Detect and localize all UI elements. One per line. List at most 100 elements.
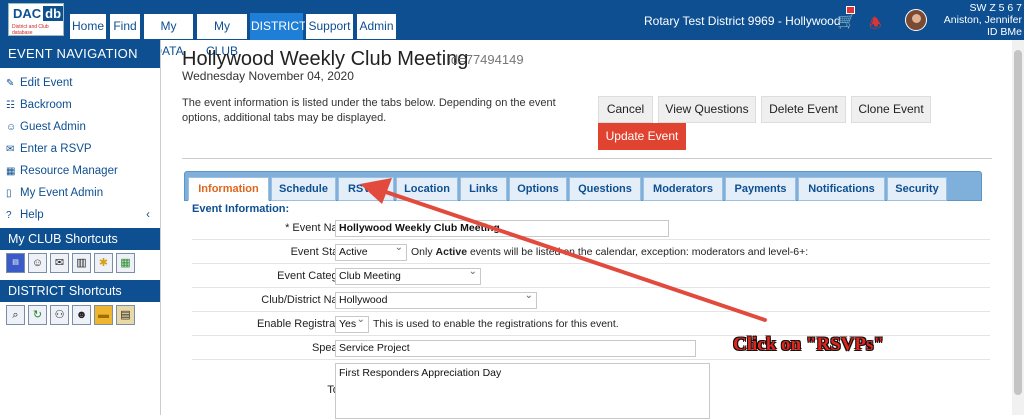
user-name: Aniston, Jennifer [943, 14, 1022, 26]
club-select[interactable]: Hollywood [335, 288, 537, 309]
speaker-field[interactable]: Service Project [335, 340, 696, 357]
nav-find[interactable]: Find [109, 13, 141, 40]
org-chart-icon[interactable]: ⚇ [50, 305, 69, 325]
sidebar-item-enter-rsvp[interactable]: ✉ Enter a RSVP [0, 138, 160, 160]
nav-support[interactable]: Support [305, 13, 354, 40]
event-status-select[interactable]: Active [335, 240, 407, 261]
cart-icon[interactable]: 🛒 [837, 12, 856, 30]
tab-options[interactable]: Options [509, 177, 567, 201]
sidebar-item-edit-event[interactable]: ✎ Edit Event [0, 72, 160, 94]
tab-questions[interactable]: Questions [569, 177, 641, 201]
guest-admin-icon: ☺ [6, 122, 17, 133]
members-icon[interactable]: ☺ [28, 253, 47, 273]
calendar-icon[interactable]: ▦ [116, 253, 135, 273]
logo-accent: db [43, 6, 64, 21]
sidebar-item-backroom[interactable]: ☷ Backroom [0, 94, 160, 116]
refresh-icon[interactable]: ↻ [28, 305, 47, 325]
clone-event-button[interactable]: Clone Event [851, 96, 931, 123]
logo-subtitle: District and Club database [12, 24, 49, 36]
nav-my-data[interactable]: My DATA [143, 13, 194, 58]
user-id: ID BMe [986, 26, 1022, 38]
district-shortcuts-header: DISTRICT Shortcuts [0, 280, 160, 302]
club-shortcuts: ▤ ☺ ✉ ▥ ✱ ▦ [0, 250, 160, 280]
tab-links[interactable]: Links [460, 177, 507, 201]
event-date: Wednesday November 04, 2020 [182, 69, 354, 83]
avatar[interactable] [905, 9, 927, 31]
dacdb-logo[interactable]: DAC db District and Club database [8, 3, 64, 36]
update-event-button[interactable]: Update Event [598, 123, 686, 150]
event-name-field[interactable]: Hollywood Weekly Club Meeting [335, 220, 669, 237]
sidebar-item-label: Guest Admin [20, 121, 86, 133]
sidebar-item-resource-manager[interactable]: ▦ Resource Manager [0, 160, 160, 182]
nav-home[interactable]: Home [69, 13, 107, 40]
event-category-row: Event Category: Club Meeting [192, 264, 990, 288]
search-icon[interactable]: ⌕ [6, 305, 25, 325]
note-bold: Active [435, 246, 468, 258]
tab-strip: Information Schedule RSVPs Location Link… [184, 171, 982, 201]
tab-location[interactable]: Location [396, 177, 458, 201]
delete-event-button[interactable]: Delete Event [761, 96, 846, 123]
event-category-select[interactable]: Club Meeting [335, 264, 481, 285]
club-value: Hollywood [339, 294, 388, 306]
email-icon[interactable]: ✉ [50, 253, 69, 273]
sidebar-item-my-event-admin[interactable]: ▯ My Event Admin [0, 182, 160, 204]
edit-icon: ✎ [6, 78, 15, 89]
logo-text: DAC [13, 6, 42, 21]
tab-moderators[interactable]: Moderators [643, 177, 723, 201]
scrollbar[interactable] [1012, 40, 1024, 415]
nav-district[interactable]: DISTRICT [250, 13, 306, 40]
documents-icon[interactable]: ▤ [116, 305, 135, 325]
registration-value: Yes [339, 318, 357, 330]
event-admin-icon: ▯ [6, 188, 12, 199]
note-post: events will be listed on the calendar, e… [467, 246, 809, 258]
event-id: id=77494149 [448, 52, 524, 67]
annotation-text: Click on "RSVPs" [733, 334, 884, 355]
registration-select[interactable]: Yes [335, 312, 369, 333]
user-info[interactable]: SW Z 5 6 7 Aniston, Jennifer ID BMe [932, 2, 1022, 38]
sidebar-item-label: Backroom [20, 99, 72, 111]
view-questions-button[interactable]: View Questions [658, 96, 756, 123]
cart-badge [846, 6, 855, 14]
rsvp-icon: ✉ [6, 144, 15, 155]
event-status-note: Only Active events will be listed on the… [411, 246, 808, 258]
nav-my-club[interactable]: My CLUB [196, 13, 248, 58]
scrollbar-thumb[interactable] [1014, 50, 1022, 395]
resource-icon: ▦ [6, 166, 16, 177]
nav-admin[interactable]: Admin [356, 13, 397, 40]
bulletin-icon[interactable]: ▤ [6, 253, 25, 273]
event-category-value: Club Meeting [339, 270, 401, 282]
chevron-left-icon[interactable]: ‹ [146, 204, 150, 226]
event-navigation-header: EVENT NAVIGATION [0, 40, 160, 68]
cancel-button[interactable]: Cancel [598, 96, 653, 123]
tab-payments[interactable]: Payments [725, 177, 796, 201]
book-icon[interactable]: ▥ [72, 253, 91, 273]
registration-note: This is used to enable the registrations… [373, 318, 619, 330]
district-shortcuts: ⌕ ↻ ⚇ ☻ ▬ ▤ [0, 302, 160, 332]
divider [182, 158, 992, 159]
tab-schedule[interactable]: Schedule [271, 177, 336, 201]
rotary-wheel-icon[interactable]: ✱ [94, 253, 113, 273]
event-status-row: Event Status: Active Only Active events … [192, 240, 990, 264]
sidebar-item-help[interactable]: ? Help ‹ [0, 204, 160, 226]
sidebar: EVENT NAVIGATION ✎ Edit Event ☷ Backroom ☺… [0, 40, 161, 415]
sidebar-item-label: Resource Manager [20, 165, 118, 177]
people-icon[interactable]: ☻ [72, 305, 91, 325]
topic-row: Topic: First Responders Appreciation Day [192, 360, 990, 420]
folder-icon[interactable]: ▬ [94, 305, 113, 325]
tab-notifications[interactable]: Notifications [798, 177, 885, 201]
backroom-icon: ☷ [6, 100, 15, 111]
tab-rsvps[interactable]: RSVPs [338, 177, 394, 201]
bell-icon[interactable]: 🕭 [869, 13, 882, 37]
event-status-value: Active [339, 246, 368, 258]
note-pre: Only [411, 246, 436, 258]
page-title: Hollywood Weekly Club Meeting [182, 48, 469, 70]
user-codes: SW Z 5 6 7 [969, 2, 1022, 14]
tab-security[interactable]: Security [887, 177, 947, 201]
section-title: Event Information: [192, 203, 290, 215]
sidebar-item-label: Edit Event [20, 77, 73, 89]
topic-textarea[interactable]: First Responders Appreciation Day [335, 363, 710, 419]
sidebar-item-label: Help [20, 209, 44, 221]
sidebar-item-label: Enter a RSVP [20, 143, 92, 155]
sidebar-item-guest-admin[interactable]: ☺ Guest Admin [0, 116, 160, 138]
tab-information[interactable]: Information [188, 177, 269, 201]
